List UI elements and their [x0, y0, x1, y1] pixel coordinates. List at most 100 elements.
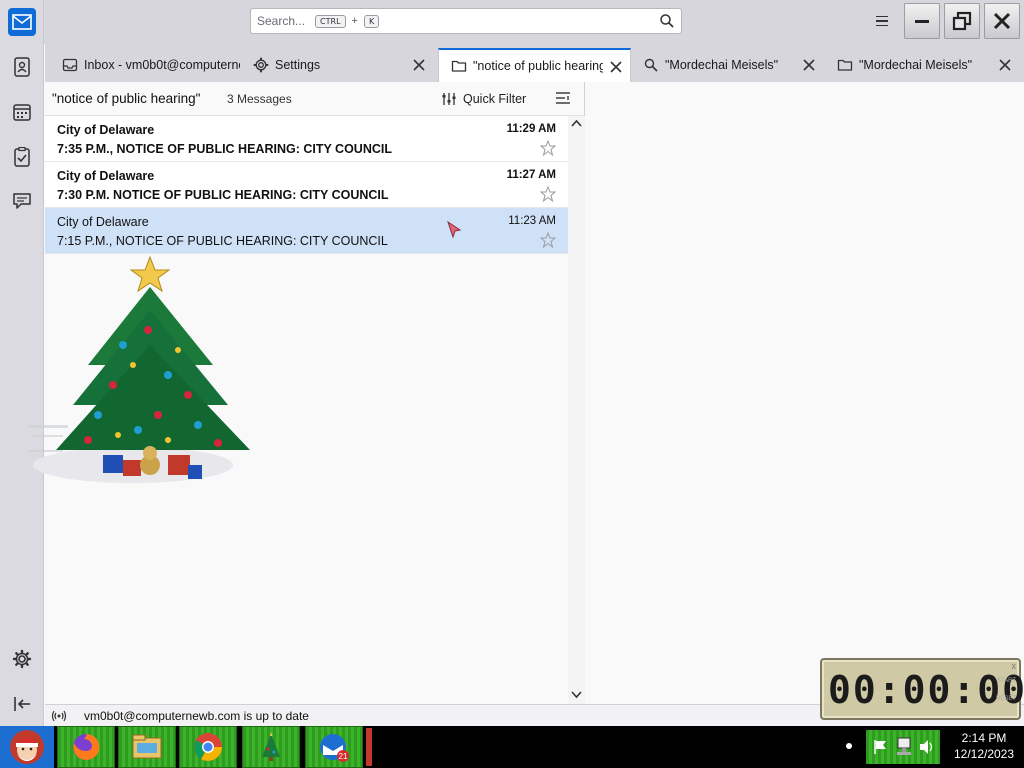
close-tab-icon[interactable]	[801, 57, 817, 73]
message-date: 11:27 AM	[506, 169, 556, 181]
message-date: 11:29 AM	[506, 123, 556, 135]
message-preview-pane	[586, 82, 1024, 704]
tab-notice-label: "notice of public hearing"	[473, 59, 603, 73]
close-window-button[interactable]	[984, 3, 1020, 39]
santa-start-icon	[10, 730, 44, 764]
restore-icon	[952, 11, 972, 31]
quick-filter-label: Quick Filter	[463, 92, 527, 106]
taskbar: 21 2:14 PM 12/12/2023	[0, 726, 1024, 768]
gear-icon	[12, 649, 32, 669]
online-status-icon[interactable]	[51, 709, 67, 723]
global-search-input[interactable]: Search... CTRL + K	[250, 8, 682, 34]
taskbar-file-explorer[interactable]	[118, 726, 176, 768]
flag-icon[interactable]	[872, 738, 890, 756]
folder-icon	[837, 59, 853, 71]
quick-filter-button[interactable]: Quick Filter	[441, 89, 526, 109]
tray-indicator	[846, 743, 852, 749]
search-icon	[644, 58, 658, 72]
timer-display: 00:00:00	[828, 668, 1024, 712]
message-subject: 7:30 P.M. NOTICE OF PUBLIC HEARING: CITY…	[57, 188, 389, 202]
firefox-icon	[73, 733, 100, 760]
shortcut-plus: +	[351, 15, 358, 27]
message-sender: City of Delaware	[57, 215, 149, 229]
unread-badge: 21	[339, 752, 348, 761]
chrome-icon	[194, 733, 222, 761]
message-row[interactable]: City of Delaware 7:35 P.M., NOTICE OF PU…	[45, 116, 568, 162]
timer-reset-button[interactable]: RESET	[996, 696, 1016, 702]
mouse-cursor-icon	[447, 220, 462, 239]
close-tab-icon[interactable]	[411, 57, 427, 73]
network-icon[interactable]	[894, 736, 914, 758]
taskbar-firefox[interactable]	[57, 726, 115, 768]
tab-search-mordechai[interactable]: "Mordechai Meisels"	[631, 48, 823, 82]
minimize-button[interactable]	[904, 3, 940, 39]
space-address-book-button[interactable]	[8, 53, 36, 81]
tab-inbox[interactable]: Inbox - vm0b0t@computernewb.com	[50, 48, 240, 82]
settings-space-button[interactable]	[8, 645, 36, 673]
star-icon[interactable]	[540, 140, 556, 156]
message-subject: 7:15 P.M., NOTICE OF PUBLIC HEARING: CIT…	[57, 234, 388, 248]
calendar-icon	[13, 104, 31, 121]
collapse-spaces-button[interactable]	[8, 690, 36, 718]
tab-settings-label: Settings	[275, 58, 321, 72]
minimize-icon	[915, 20, 929, 23]
thread-scrollbar[interactable]	[568, 116, 585, 704]
folder-icon	[451, 60, 467, 72]
folder-name: "notice of public hearing"	[52, 91, 201, 106]
timer-start-button[interactable]: START	[997, 678, 1016, 684]
message-row[interactable]: City of Delaware 7:30 P.M. NOTICE OF PUB…	[45, 162, 568, 208]
star-icon[interactable]	[540, 232, 556, 248]
timer-close-button[interactable]: x	[1012, 661, 1017, 671]
collapse-left-icon	[14, 697, 30, 711]
close-tab-icon[interactable]	[997, 57, 1013, 73]
message-count: 3 Messages	[227, 92, 292, 106]
tab-notice-of-public-hearing[interactable]: "notice of public hearing"	[438, 48, 631, 82]
close-tab-icon[interactable]	[608, 59, 624, 75]
tab-settings[interactable]: Settings	[241, 48, 433, 82]
star-icon[interactable]	[540, 186, 556, 202]
search-icon[interactable]	[659, 13, 675, 29]
taskbar-christmas-tree[interactable]	[242, 726, 300, 768]
timer-widget[interactable]: 00:00:00 x START RESET	[820, 658, 1024, 720]
taskbar-thunderbird[interactable]: 21	[305, 726, 363, 768]
tab-search-mordechai-label: "Mordechai Meisels"	[665, 58, 779, 72]
clock-date[interactable]: 12/12/2023	[946, 747, 1022, 761]
space-mail-button[interactable]	[8, 8, 36, 36]
tab-bar: Inbox - vm0b0t@computernewb.com Settings…	[45, 44, 1024, 82]
message-sender: City of Delaware	[57, 169, 155, 183]
tasks-icon	[14, 147, 30, 167]
tab-folder-mordechai-label: "Mordechai Meisels"	[859, 58, 973, 72]
gear-icon	[253, 57, 269, 73]
search-placeholder: Search...	[257, 14, 306, 28]
thread-pane-header: "notice of public hearing" 3 Messages Qu…	[45, 82, 584, 116]
close-icon	[993, 12, 1011, 30]
restore-button[interactable]	[944, 3, 980, 39]
inbox-icon	[62, 58, 78, 72]
clock-time[interactable]: 2:14 PM	[952, 731, 1016, 745]
christmas-tree-icon	[262, 732, 280, 761]
chevron-up-icon[interactable]	[571, 118, 582, 128]
shortcut-key-ctrl: CTRL	[315, 14, 346, 28]
tab-inbox-label: Inbox - vm0b0t@computernewb.com	[84, 58, 240, 72]
volume-icon[interactable]	[918, 738, 936, 756]
christmas-tree-decoration	[28, 255, 250, 483]
space-chat-button[interactable]	[8, 187, 36, 215]
tab-folder-mordechai[interactable]: "Mordechai Meisels"	[825, 48, 1019, 82]
space-tasks-button[interactable]	[8, 143, 36, 171]
thunderbird-icon: 21	[320, 734, 349, 762]
system-tray[interactable]	[866, 730, 940, 764]
message-sender: City of Delaware	[57, 123, 155, 137]
message-subject: 7:35 P.M., NOTICE OF PUBLIC HEARING: CIT…	[57, 142, 392, 156]
chevron-down-icon[interactable]	[571, 690, 582, 700]
message-row-selected[interactable]: City of Delaware 7:15 P.M., NOTICE OF PU…	[45, 208, 568, 254]
address-book-icon	[14, 57, 30, 77]
shortcut-key-k: K	[363, 14, 380, 28]
taskbar-separator	[366, 728, 372, 766]
filter-sliders-icon	[442, 93, 456, 105]
title-bar: Search... CTRL + K	[0, 0, 1024, 44]
start-button[interactable]	[0, 726, 54, 768]
display-options-icon[interactable]	[555, 90, 571, 106]
app-menu-button[interactable]	[868, 10, 896, 32]
taskbar-chrome[interactable]	[179, 726, 237, 768]
space-calendar-button[interactable]	[8, 98, 36, 126]
